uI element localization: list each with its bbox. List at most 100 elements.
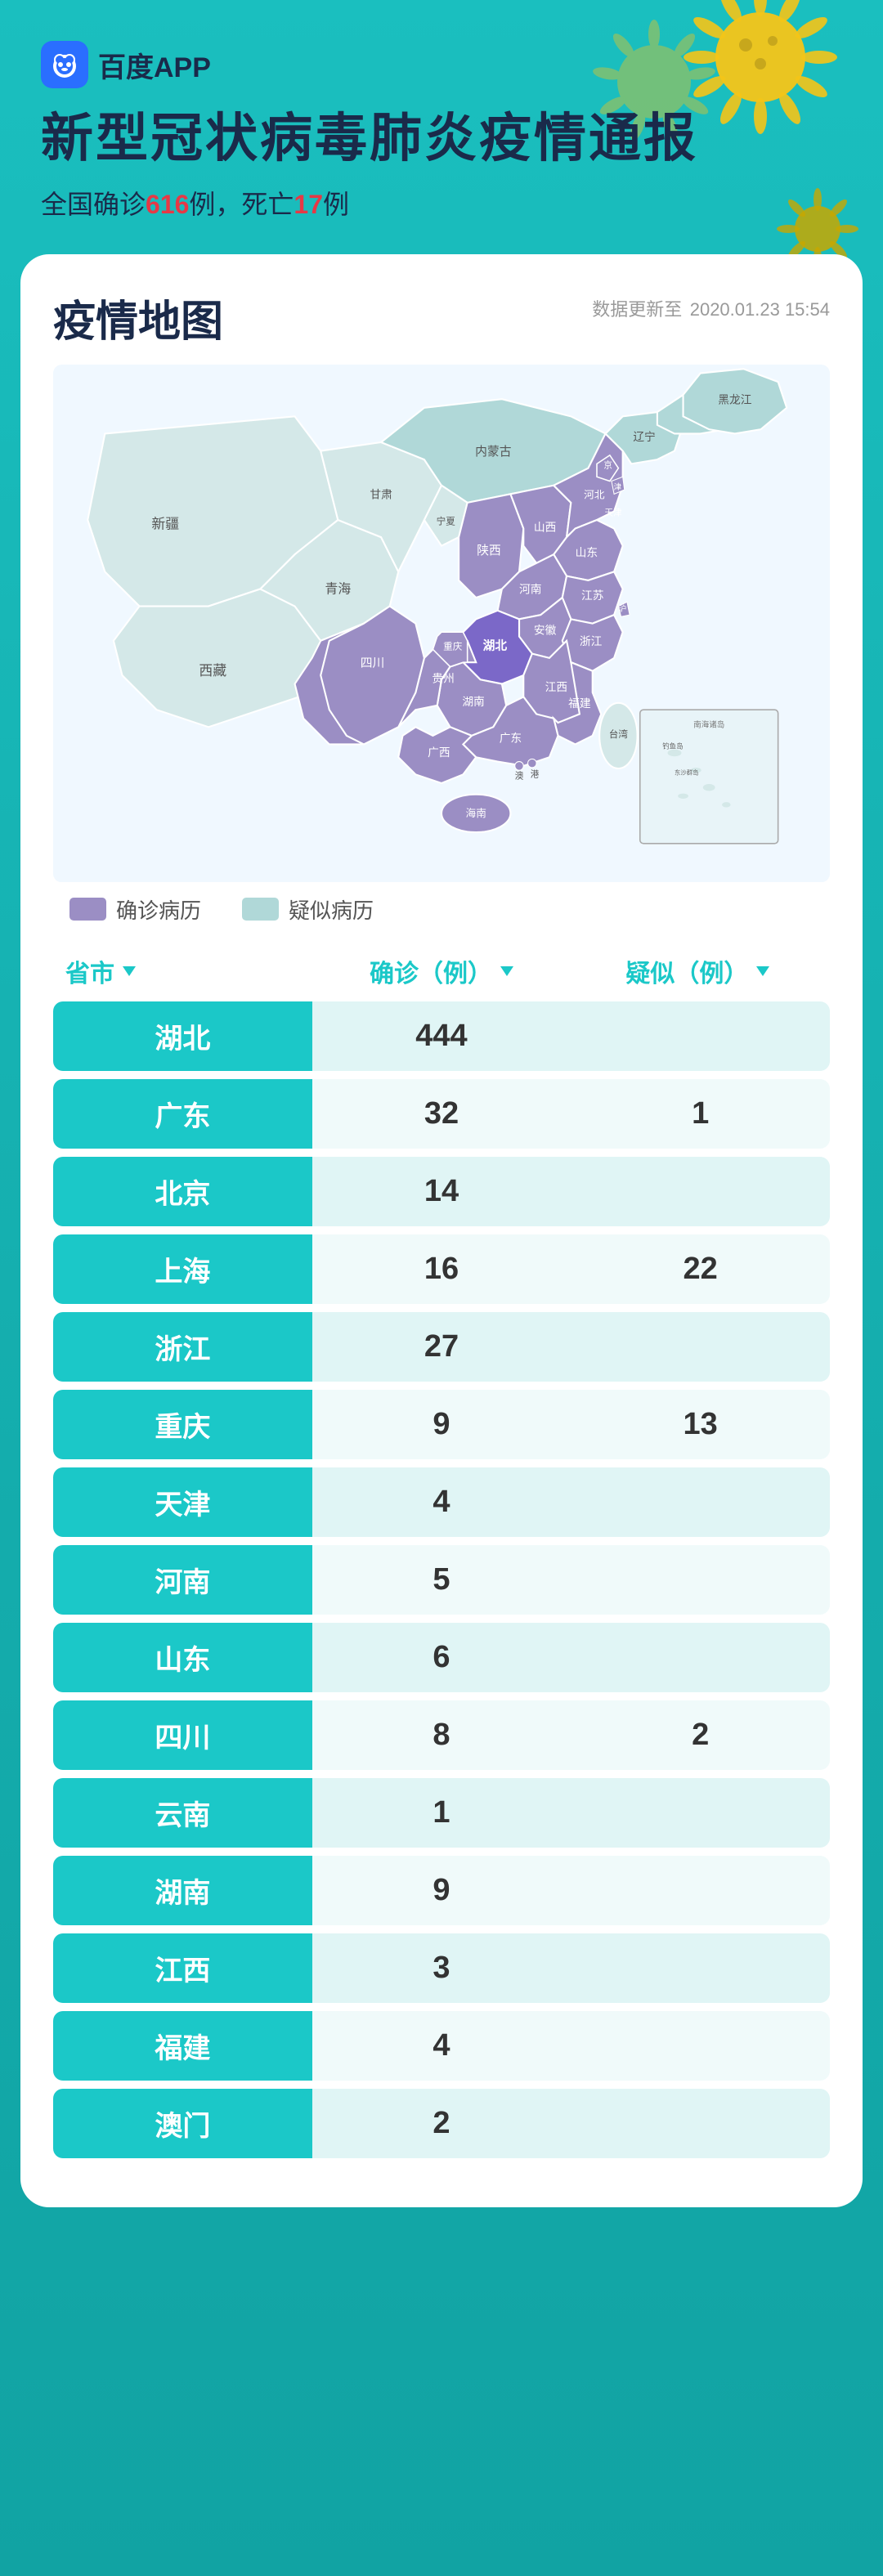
cell-confirmed: 1 [312, 1778, 571, 1848]
table-header-row: 省市 确诊（例） 疑似（例） [53, 953, 830, 989]
cell-province: 江西 [53, 1933, 312, 2003]
cell-province: 云南 [53, 1778, 312, 1848]
cell-confirmed: 5 [312, 1545, 571, 1615]
table-row: 重庆913 [53, 1390, 830, 1459]
cell-suspected: 1 [571, 1079, 830, 1149]
cell-confirmed: 32 [312, 1079, 571, 1149]
svg-text:贵州: 贵州 [432, 672, 454, 684]
cell-province: 浙江 [53, 1312, 312, 1382]
svg-text:京: 京 [603, 459, 612, 470]
map-section: 疫情地图 数据更新至 2020.01.23 15:54 新疆 西 [53, 287, 830, 925]
table-body: 湖北444广东321北京14上海1622浙江27重庆913天津4河南5山东6四川… [53, 1001, 830, 2158]
svg-text:天津: 天津 [604, 508, 622, 517]
cell-province: 广东 [53, 1079, 312, 1149]
cell-confirmed: 9 [312, 1856, 571, 1925]
cell-province: 上海 [53, 1234, 312, 1304]
svg-text:福建: 福建 [568, 697, 591, 710]
table-row: 江西3 [53, 1933, 830, 2003]
cell-suspected [571, 2089, 830, 2158]
svg-text:内蒙古: 内蒙古 [475, 444, 512, 458]
svg-text:辽宁: 辽宁 [633, 429, 655, 442]
legend-confirmed-label: 确诊病历 [116, 894, 201, 925]
cell-suspected [571, 1545, 830, 1615]
table-row: 云南1 [53, 1778, 830, 1848]
baidu-logo: 百度APP [41, 41, 842, 88]
col-header-confirmed[interactable]: 确诊（例） [313, 953, 569, 989]
table-row: 湖北444 [53, 1001, 830, 1071]
table-row: 四川82 [53, 1700, 830, 1770]
cell-province: 山东 [53, 1623, 312, 1692]
svg-text:沪: 沪 [619, 603, 626, 613]
cell-suspected: 2 [571, 1700, 830, 1770]
cell-suspected [571, 1856, 830, 1925]
death-count: 17 [294, 190, 323, 219]
table-row: 河南5 [53, 1545, 830, 1615]
cell-province: 湖南 [53, 1856, 312, 1925]
cell-suspected [571, 1001, 830, 1071]
cell-province: 天津 [53, 1467, 312, 1537]
svg-text:澳: 澳 [515, 770, 524, 781]
map-legend: 确诊病历 疑似病历 [53, 894, 830, 925]
cell-confirmed: 4 [312, 2011, 571, 2081]
cell-province: 湖北 [53, 1001, 312, 1071]
svg-text:新疆: 新疆 [151, 516, 179, 531]
cell-confirmed: 8 [312, 1700, 571, 1770]
col-header-suspected[interactable]: 疑似（例） [570, 953, 826, 989]
subtitle-mid: 例，死亡 [189, 190, 294, 219]
cell-confirmed: 2 [312, 2089, 571, 2158]
cell-confirmed: 444 [312, 1001, 571, 1071]
svg-text:山东: 山东 [576, 546, 598, 558]
cell-suspected: 13 [571, 1390, 830, 1459]
table-row: 澳门2 [53, 2089, 830, 2158]
svg-text:河北: 河北 [584, 489, 605, 500]
subtitle-suffix: 例 [323, 190, 349, 219]
legend-confirmed-color [69, 898, 106, 921]
map-container: 新疆 西藏 青海 甘肃 内蒙古 宁夏 [53, 365, 830, 882]
subtitle: 全国确诊616例，死亡17例 [41, 184, 842, 222]
svg-text:津: 津 [614, 483, 622, 492]
legend-suspected-color [242, 898, 279, 921]
svg-text:黑龙江: 黑龙江 [718, 393, 751, 405]
svg-text:陕西: 陕西 [477, 544, 501, 558]
svg-text:台湾: 台湾 [609, 728, 629, 740]
svg-text:钓鱼岛: 钓鱼岛 [662, 741, 683, 750]
cell-province: 福建 [53, 2011, 312, 2081]
table-row: 湖南9 [53, 1856, 830, 1925]
table-row: 广东321 [53, 1079, 830, 1149]
logo-text: 百度APP [98, 45, 211, 85]
update-label: 数据更新至 [592, 299, 682, 320]
svg-text:河南: 河南 [519, 583, 541, 595]
svg-text:安徽: 安徽 [534, 624, 557, 636]
table-row: 天津4 [53, 1467, 830, 1537]
cell-confirmed: 16 [312, 1234, 571, 1304]
svg-text:广东: 广东 [500, 732, 522, 744]
svg-text:广西: 广西 [428, 746, 450, 759]
svg-text:四川: 四川 [361, 656, 385, 670]
cell-confirmed: 3 [312, 1933, 571, 2003]
svg-text:浙江: 浙江 [580, 635, 603, 647]
cell-province: 重庆 [53, 1390, 312, 1459]
svg-text:江苏: 江苏 [581, 589, 604, 602]
table-row: 上海1622 [53, 1234, 830, 1304]
cell-province: 北京 [53, 1157, 312, 1226]
svg-text:江西: 江西 [545, 681, 567, 693]
col-header-province[interactable]: 省市 [57, 953, 313, 989]
cell-confirmed: 14 [312, 1157, 571, 1226]
svg-text:南海诸岛: 南海诸岛 [693, 719, 724, 729]
svg-text:甘肃: 甘肃 [370, 488, 392, 500]
sort-arrow-suspected [756, 966, 769, 976]
content-card: 疫情地图 数据更新至 2020.01.23 15:54 新疆 西 [20, 254, 863, 2207]
cell-suspected [571, 2011, 830, 2081]
svg-text:湖北: 湖北 [483, 638, 508, 652]
data-table-section: 省市 确诊（例） 疑似（例） 湖北444广东321北京14上海1622浙江27重… [53, 953, 830, 2158]
update-time: 2020.01.23 15:54 [690, 299, 830, 320]
cell-suspected [571, 1623, 830, 1692]
svg-text:东沙群岛: 东沙群岛 [675, 768, 698, 776]
main-title: 新型冠状病毒肺炎疫情通报 [41, 109, 842, 169]
legend-suspected: 疑似病历 [242, 894, 374, 925]
map-header: 疫情地图 数据更新至 2020.01.23 15:54 [53, 287, 830, 348]
sort-arrow-province [123, 966, 136, 976]
svg-text:西藏: 西藏 [199, 663, 226, 679]
svg-text:山西: 山西 [534, 521, 556, 533]
cell-confirmed: 6 [312, 1623, 571, 1692]
